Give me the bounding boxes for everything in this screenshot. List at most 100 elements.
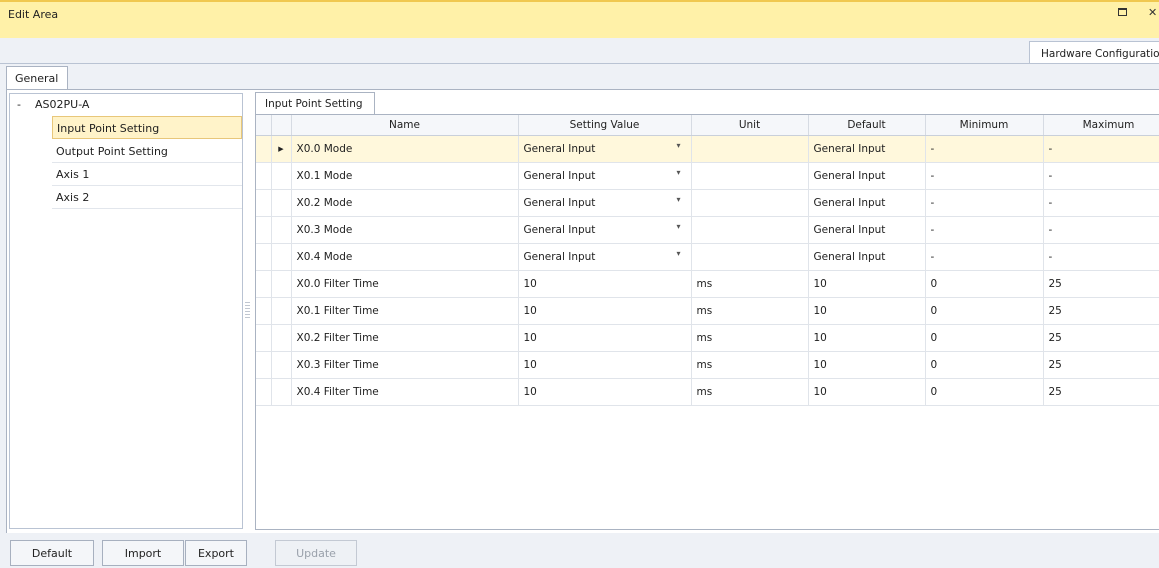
tree-item-axis-1[interactable]: Axis 1: [52, 163, 242, 186]
column-header-maximum[interactable]: Maximum: [1043, 115, 1159, 136]
setting-value-dropdown[interactable]: General Input ▾: [524, 168, 691, 182]
edit-area-titlebar: Edit Area ✕: [0, 0, 1159, 38]
settings-tree: - AS02PU-A Input Point Setting Output Po…: [9, 93, 243, 529]
column-header-unit[interactable]: Unit: [691, 115, 809, 136]
cell-default-text: 10: [813, 332, 827, 344]
tab-hardware-configuration[interactable]: Hardware Configuration: [1029, 41, 1159, 64]
row-indicator-icon[interactable]: [271, 378, 292, 406]
cell-maximum: 25: [1043, 270, 1159, 298]
cell-maximum-text: -: [1048, 224, 1053, 236]
cell-name-text: X0.4 Mode: [296, 251, 353, 263]
splitter-grip-icon[interactable]: [245, 300, 250, 318]
cell-minimum-text: -: [930, 170, 935, 182]
cell-setting-value[interactable]: General Input ▾: [518, 216, 692, 244]
row-indicator-icon[interactable]: [271, 297, 292, 325]
column-header-setting-value[interactable]: Setting Value: [518, 115, 692, 136]
cell-maximum: 25: [1043, 324, 1159, 352]
cell-setting-value[interactable]: General Input ▾: [518, 162, 692, 190]
table-row[interactable]: X0.0 Filter Time 10 ms 10 0 25: [256, 270, 1159, 298]
cell-unit: ms: [691, 378, 809, 406]
setting-value-dropdown[interactable]: General Input ▾: [524, 249, 691, 263]
cell-minimum: -: [925, 216, 1044, 244]
cell-minimum-text: 0: [930, 305, 938, 317]
close-icon[interactable]: ✕: [1148, 6, 1157, 19]
cell-name: X0.4 Filter Time: [291, 378, 519, 406]
tab-input-point-setting[interactable]: Input Point Setting: [255, 92, 375, 115]
row-indicator-icon[interactable]: [271, 270, 292, 298]
row-spacer: [256, 378, 272, 406]
cell-setting-value[interactable]: General Input ▾: [518, 189, 692, 217]
row-indicator-icon[interactable]: [271, 189, 292, 217]
cell-name-text: X0.4 Filter Time: [296, 386, 379, 398]
cell-setting-value[interactable]: 10: [518, 324, 692, 352]
tree-item-output-point-setting[interactable]: Output Point Setting: [52, 140, 242, 163]
cell-default-text: 10: [813, 278, 827, 290]
column-header-name[interactable]: Name: [291, 115, 519, 136]
dropdown-arrow-icon[interactable]: ▾: [676, 249, 680, 258]
cell-minimum-text: 0: [930, 386, 938, 398]
setting-value-dropdown[interactable]: General Input ▾: [524, 222, 691, 236]
cell-setting-value[interactable]: 10: [518, 351, 692, 379]
table-row[interactable]: X0.3 Filter Time 10 ms 10 0 25: [256, 351, 1159, 379]
tree-item-axis-2[interactable]: Axis 2: [52, 186, 242, 209]
cell-setting-value[interactable]: 10: [518, 378, 692, 406]
setting-value-dropdown[interactable]: General Input ▾: [524, 141, 691, 155]
default-button[interactable]: Default: [10, 540, 94, 566]
cell-default: General Input: [808, 243, 926, 271]
panel-splitter[interactable]: [243, 93, 254, 529]
import-button[interactable]: Import: [102, 540, 184, 566]
restore-icon[interactable]: [1118, 6, 1127, 19]
dropdown-arrow-icon[interactable]: ▾: [676, 222, 680, 231]
cell-setting-value[interactable]: 10: [518, 270, 692, 298]
tab-strip-divider: [0, 63, 1159, 64]
export-button[interactable]: Export: [185, 540, 247, 566]
cell-minimum: 0: [925, 378, 1044, 406]
table-row[interactable]: ▶ X0.0 Mode General Input ▾ General Input - -: [256, 135, 1159, 163]
cell-name-text: X0.3 Filter Time: [296, 359, 379, 371]
table-row[interactable]: X0.1 Mode General Input ▾ General Input - -: [256, 162, 1159, 190]
table-row[interactable]: X0.2 Mode General Input ▾ General Input - -: [256, 189, 1159, 217]
cell-setting-value[interactable]: General Input ▾: [518, 135, 692, 163]
cell-maximum: -: [1043, 162, 1159, 190]
column-header-minimum[interactable]: Minimum: [925, 115, 1044, 136]
cell-setting-value[interactable]: 10: [518, 297, 692, 325]
setting-value-dropdown[interactable]: General Input ▾: [523, 195, 691, 209]
row-indicator-icon[interactable]: [271, 324, 292, 352]
row-indicator-icon[interactable]: [271, 243, 292, 271]
cell-name: X0.4 Mode: [291, 243, 519, 271]
cell-name-text: X0.0 Filter Time: [296, 278, 379, 290]
tree-item-input-point-setting[interactable]: Input Point Setting: [52, 116, 242, 139]
cell-maximum: 25: [1043, 351, 1159, 379]
dropdown-arrow-icon[interactable]: ▾: [676, 141, 680, 150]
table-row[interactable]: X0.2 Filter Time 10 ms 10 0 25: [256, 324, 1159, 352]
row-spacer: [256, 297, 272, 325]
cell-name-text: X0.2 Filter Time: [296, 332, 379, 344]
cell-setting-value[interactable]: General Input ▾: [518, 243, 692, 271]
table-row[interactable]: X0.1 Filter Time 10 ms 10 0 25: [256, 297, 1159, 325]
cell-minimum-text: -: [930, 224, 935, 236]
table-row[interactable]: X0.3 Mode General Input ▾ General Input - -: [256, 216, 1159, 244]
table-row[interactable]: X0.4 Filter Time 10 ms 10 0 25: [256, 378, 1159, 406]
table-row[interactable]: X0.4 Mode General Input ▾ General Input - -: [256, 243, 1159, 271]
cell-minimum-text: -: [930, 143, 935, 155]
column-header-default[interactable]: Default: [808, 115, 926, 136]
tab-general[interactable]: General: [6, 66, 68, 90]
cell-setting-value-text: 10: [523, 359, 537, 371]
row-spacer: [256, 270, 272, 298]
row-indicator-icon[interactable]: [271, 351, 292, 379]
dropdown-arrow-icon[interactable]: ▾: [676, 195, 680, 204]
collapse-icon[interactable]: -: [17, 98, 21, 111]
row-spacer: [256, 135, 272, 163]
row-indicator-icon[interactable]: ▶: [271, 135, 292, 163]
cell-default-text: General Input: [813, 224, 886, 236]
cell-unit: ms: [691, 297, 809, 325]
dropdown-arrow-icon[interactable]: ▾: [676, 168, 680, 177]
cell-name-text: X0.0 Mode: [296, 143, 353, 155]
cell-setting-value-text: 10: [523, 332, 537, 344]
cell-default: 10: [808, 378, 926, 406]
row-indicator-icon[interactable]: [271, 162, 292, 190]
cell-minimum: 0: [925, 324, 1044, 352]
cell-setting-value-text: General Input: [523, 197, 596, 209]
row-indicator-icon[interactable]: [271, 216, 292, 244]
tree-root-node[interactable]: - AS02PU-A: [10, 94, 242, 116]
